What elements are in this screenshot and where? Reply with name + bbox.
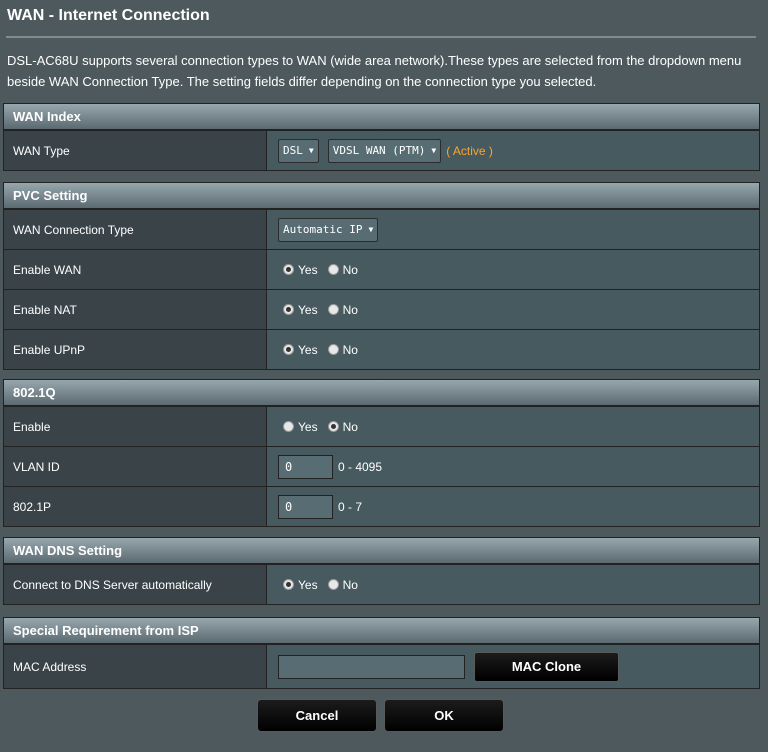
- vlan-id-input[interactable]: [278, 454, 333, 479]
- section-wan-index: WAN Index WAN Type DSL ▼ VDSL WAN (PTM) …: [3, 103, 760, 171]
- 8021p-range-text: 0 - 7: [338, 499, 363, 514]
- row-label: WAN Connection Type: [4, 210, 267, 249]
- row-value: 0 - 4095: [267, 447, 759, 486]
- enable-upnp-no-radio[interactable]: [327, 344, 339, 355]
- enable-wan-no-radio[interactable]: [327, 264, 339, 275]
- select-value: Automatic IP: [283, 223, 363, 236]
- row-enable-upnp: Enable UPnP Yes No: [4, 329, 759, 369]
- row-label: 802.1P: [4, 487, 267, 526]
- row-label: Enable UPnP: [4, 330, 267, 369]
- enable-nat-yes-radio[interactable]: [283, 304, 294, 315]
- row-8021q-enable: Enable Yes No: [4, 406, 759, 446]
- radio-label: Yes: [298, 342, 318, 357]
- section-header: PVC Setting: [4, 183, 759, 209]
- chevron-down-icon: ▼: [308, 146, 314, 155]
- row-label: Enable: [4, 407, 267, 446]
- mac-clone-button[interactable]: MAC Clone: [474, 651, 619, 682]
- wan-mode-select[interactable]: VDSL WAN (PTM) ▼: [327, 138, 442, 163]
- section-header: 802.1Q: [4, 380, 759, 406]
- section-pvc-setting: PVC Setting WAN Connection Type Automati…: [3, 182, 760, 370]
- row-value: DSL ▼ VDSL WAN (PTM) ▼ ( Active ): [267, 131, 759, 170]
- chevron-down-icon: ▼: [368, 225, 374, 234]
- section-wan-dns: WAN DNS Setting Connect to DNS Server au…: [3, 537, 760, 605]
- enable-upnp-yes-radio[interactable]: [283, 344, 294, 355]
- row-label: MAC Address: [4, 645, 267, 688]
- enable-nat-no-radio[interactable]: [327, 304, 339, 315]
- 8021q-enable-no-radio[interactable]: [327, 421, 339, 432]
- select-value: VDSL WAN (PTM): [332, 144, 426, 157]
- radio-label: Yes: [298, 302, 318, 317]
- radio-label: Yes: [298, 419, 318, 434]
- mac-address-input[interactable]: [278, 654, 465, 679]
- row-value: Yes No: [267, 290, 759, 329]
- page-description: DSL-AC68U supports several connection ty…: [7, 53, 742, 89]
- row-value: Yes No: [267, 330, 759, 369]
- dns-auto-yes-radio[interactable]: [283, 579, 294, 590]
- enable-wan-yes-radio[interactable]: [283, 264, 294, 275]
- section-header: WAN DNS Setting: [4, 538, 759, 564]
- row-label: WAN Type: [4, 131, 267, 170]
- select-value: DSL: [283, 144, 303, 157]
- wan-connection-type-select[interactable]: Automatic IP ▼: [278, 217, 379, 242]
- active-status: ( Active ): [446, 143, 493, 158]
- row-wan-connection-type: WAN Connection Type Automatic IP ▼: [4, 209, 759, 249]
- row-label: VLAN ID: [4, 447, 267, 486]
- row-label: Enable NAT: [4, 290, 267, 329]
- row-value: Yes No: [267, 565, 759, 604]
- row-label: Enable WAN: [4, 250, 267, 289]
- 8021p-input[interactable]: [278, 494, 333, 519]
- vlan-range-text: 0 - 4095: [338, 459, 383, 474]
- row-label: Connect to DNS Server automatically: [4, 565, 267, 604]
- ok-button[interactable]: OK: [384, 699, 504, 732]
- row-enable-nat: Enable NAT Yes No: [4, 289, 759, 329]
- row-wan-type: WAN Type DSL ▼ VDSL WAN (PTM) ▼ ( Active…: [4, 130, 759, 170]
- radio-label: No: [342, 419, 358, 434]
- row-dns-auto: Connect to DNS Server automatically Yes …: [4, 564, 759, 604]
- title-divider: [6, 36, 756, 38]
- section-header: Special Requirement from ISP: [4, 618, 759, 644]
- row-value: Yes No: [267, 407, 759, 446]
- radio-label: No: [342, 577, 358, 592]
- dns-auto-no-radio[interactable]: [327, 579, 339, 590]
- row-value: Yes No: [267, 250, 759, 289]
- section-header: WAN Index: [4, 104, 759, 130]
- row-value: MAC Clone: [267, 645, 759, 688]
- row-vlan-id: VLAN ID 0 - 4095: [4, 446, 759, 486]
- row-mac-address: MAC Address MAC Clone: [4, 644, 759, 688]
- row-enable-wan: Enable WAN Yes No: [4, 249, 759, 289]
- wan-type-select[interactable]: DSL ▼: [278, 138, 319, 163]
- row-value: Automatic IP ▼: [267, 210, 759, 249]
- section-802-1q: 802.1Q Enable Yes No VLAN ID 0 - 4095 80…: [3, 379, 760, 527]
- row-value: 0 - 7: [267, 487, 759, 526]
- radio-label: No: [342, 342, 358, 357]
- 8021q-enable-yes-radio[interactable]: [283, 421, 294, 432]
- chevron-down-icon: ▼: [431, 146, 437, 155]
- section-isp: Special Requirement from ISP MAC Address…: [3, 617, 760, 689]
- radio-label: No: [342, 302, 358, 317]
- radio-label: No: [342, 262, 358, 277]
- radio-label: Yes: [298, 262, 318, 277]
- page-title: WAN - Internet Connection: [7, 7, 210, 24]
- row-8021p: 802.1P 0 - 7: [4, 486, 759, 526]
- cancel-button[interactable]: Cancel: [257, 699, 377, 732]
- radio-label: Yes: [298, 577, 318, 592]
